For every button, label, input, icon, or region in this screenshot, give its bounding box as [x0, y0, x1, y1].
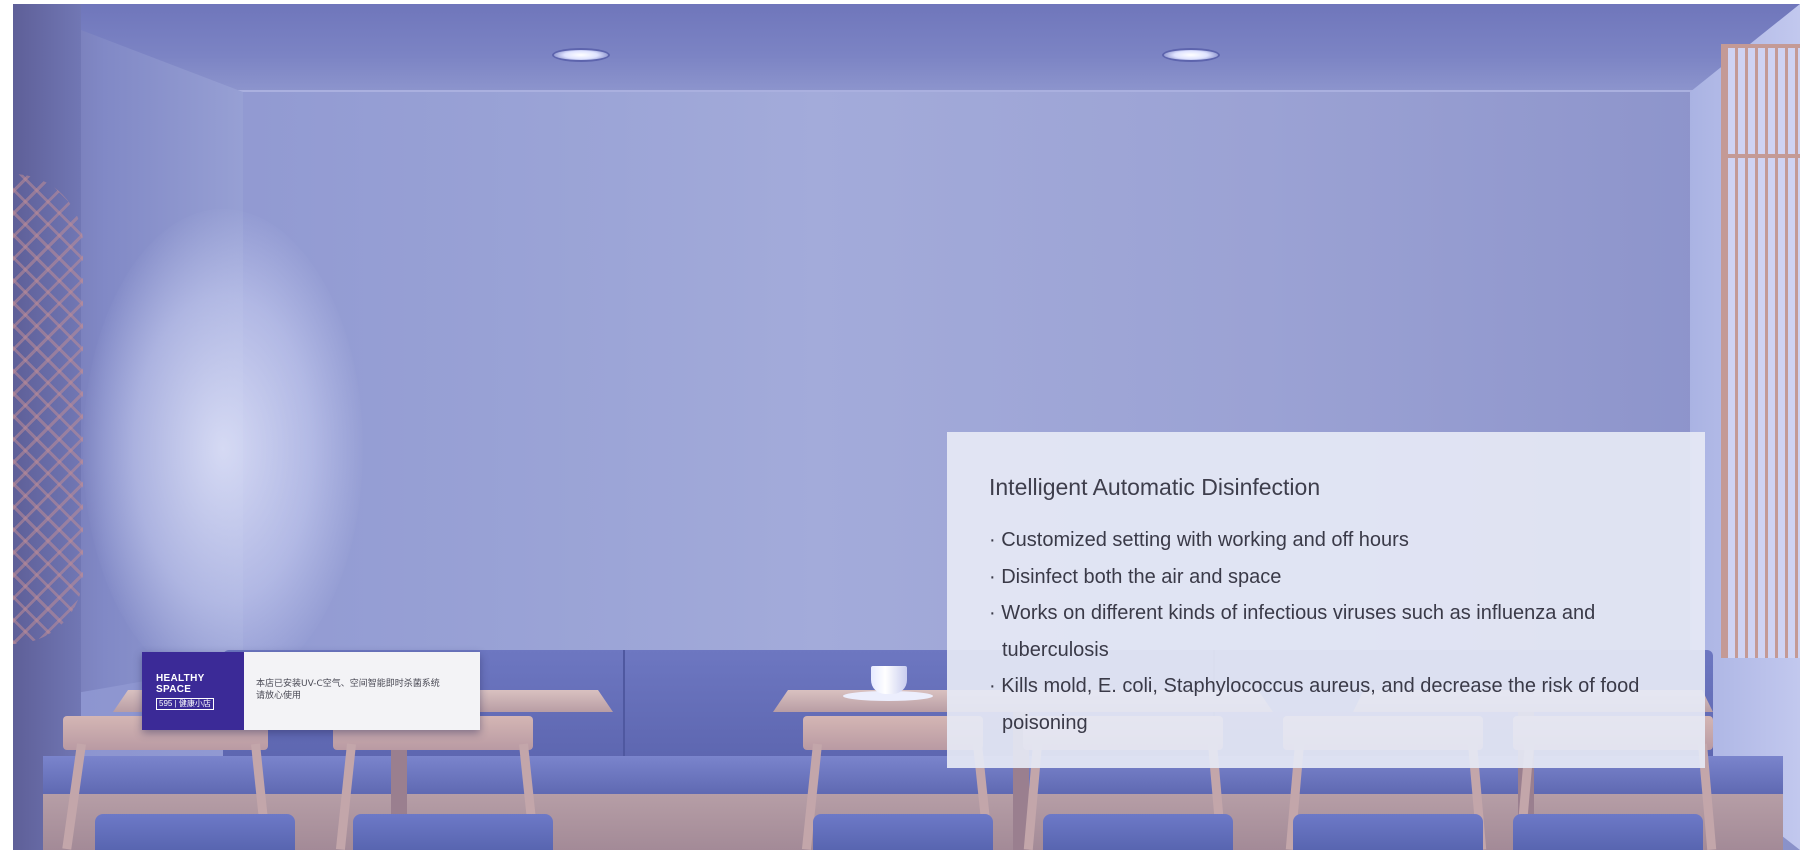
- chair-seat: [1293, 814, 1483, 850]
- feature-title: Intelligent Automatic Disinfection: [989, 474, 1321, 500]
- ceiling: [13, 4, 1800, 92]
- ceiling-light: [552, 48, 610, 62]
- sign-message-line: 请放心使用: [256, 691, 302, 701]
- chair-seat: [353, 814, 553, 850]
- feature-item: · Works on different kinds of infectious…: [989, 602, 1596, 661]
- logo-badge: 595 | 健康小店: [156, 697, 214, 710]
- chair-seat: [95, 814, 295, 850]
- coffee-cup: [871, 666, 907, 694]
- feature-item: · Disinfect both the air and space: [989, 565, 1282, 588]
- chair-seat: [1513, 814, 1703, 850]
- chair-seat: [1043, 814, 1233, 850]
- logo-text-space: SPACE: [156, 683, 192, 695]
- sign-message: 本店已安装UV-C空气、空间智能即时杀菌系统 请放心使用: [244, 652, 480, 730]
- sign-message-line: 本店已安装UV-C空气、空间智能即时杀菌系统: [256, 679, 440, 689]
- healthy-space-logo: HEALTHY SPACE 595 | 健康小店: [142, 652, 244, 730]
- wooden-screen: [1721, 44, 1800, 658]
- decorative-lattice: [13, 174, 83, 644]
- feature-info-card: Intelligent Automatic Disinfection · Cus…: [947, 432, 1705, 768]
- ceiling-edge: [120, 90, 1693, 92]
- feature-item: · Customized setting with working and of…: [989, 529, 1409, 551]
- feature-item: · Kills mold, E. coli, Staphylococcus au…: [989, 675, 1640, 734]
- bench-seam: [623, 650, 625, 760]
- circular-light-spot: [83, 209, 363, 689]
- ceiling-light: [1162, 48, 1220, 62]
- wooden-screen-bar: [1721, 154, 1800, 158]
- logo-text-healthy: HEALTHY: [156, 672, 205, 684]
- healthy-space-sign: HEALTHY SPACE 595 | 健康小店 本店已安装UV-C空气、空间智…: [142, 652, 480, 730]
- feature-list: · Customized setting with working and of…: [989, 522, 1675, 741]
- chair-seat: [813, 814, 993, 850]
